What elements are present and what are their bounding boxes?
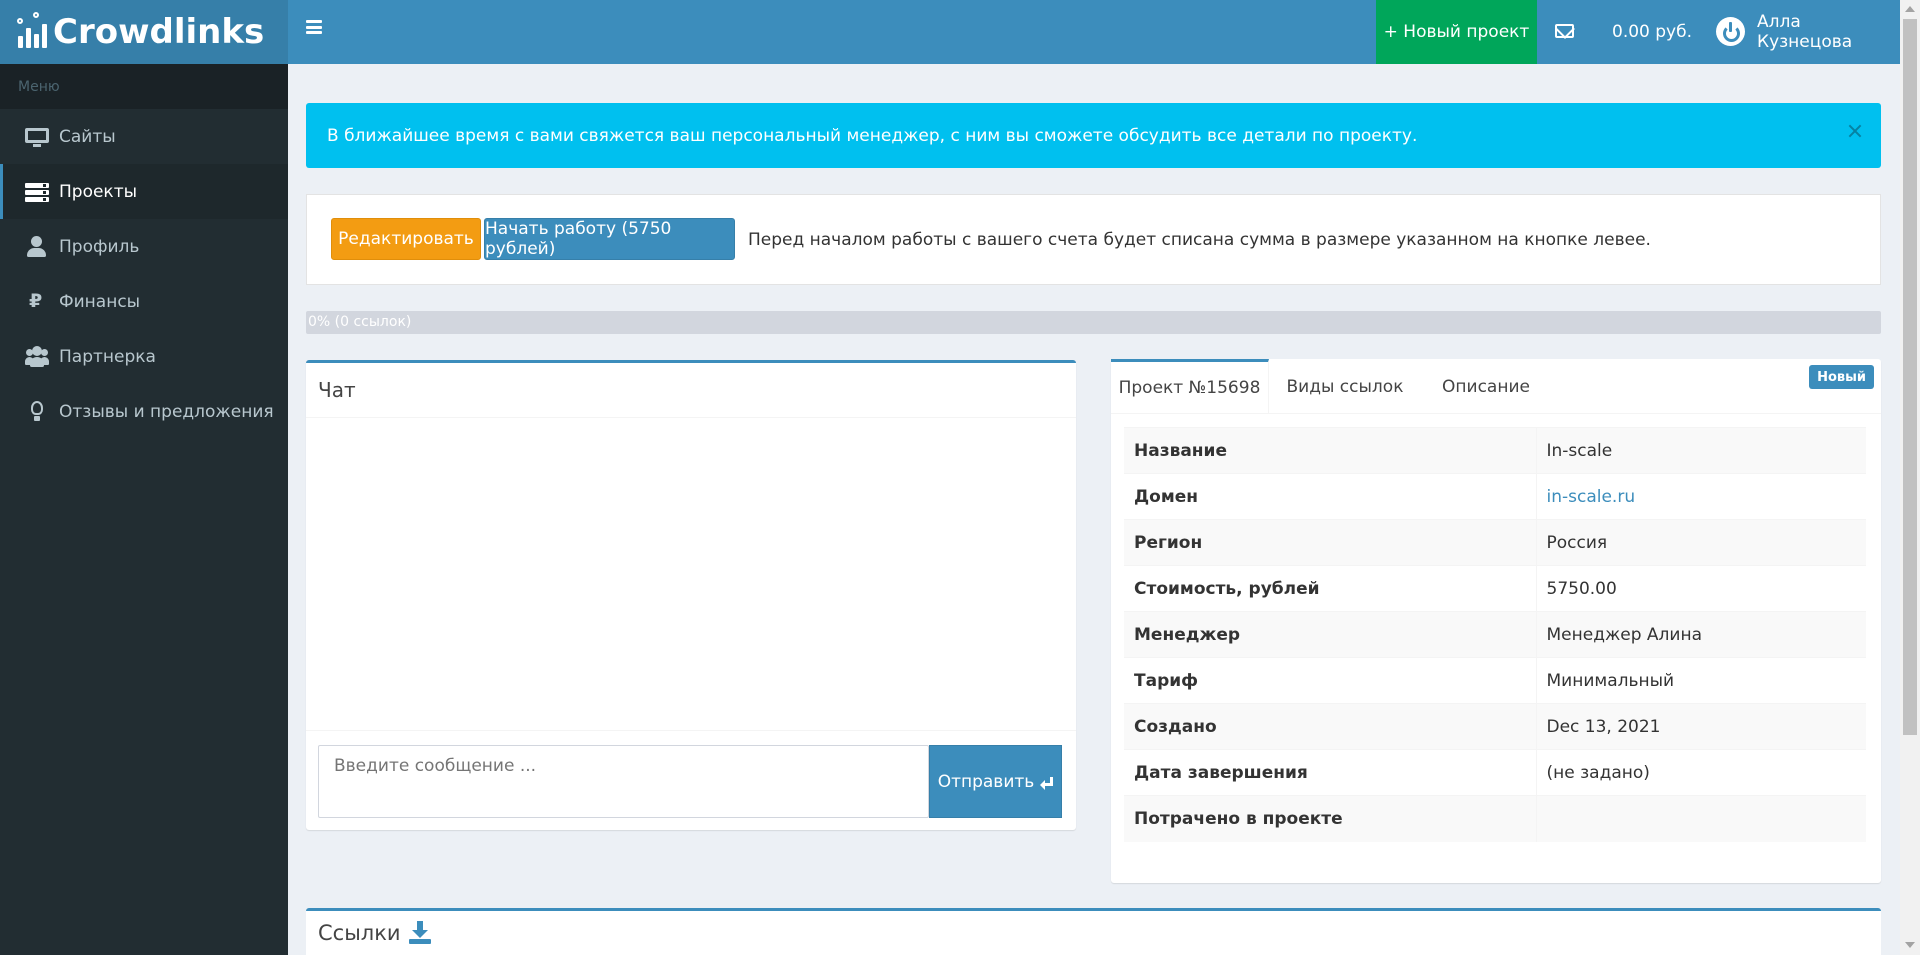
server-icon [25, 181, 51, 203]
balance-text[interactable]: 0.00 руб. [1612, 0, 1692, 64]
info-alert: В ближайшее время с вами свяжется ваш пе… [306, 103, 1881, 168]
sidebar-item-label: Профиль [59, 236, 140, 257]
close-icon[interactable] [1847, 123, 1863, 139]
links-panel: Ссылки [306, 908, 1881, 955]
tab-project[interactable]: Проект №15698 [1111, 359, 1269, 414]
sidebar-toggle-icon[interactable] [306, 20, 322, 34]
sidebar-item-label: Проекты [59, 181, 138, 202]
row-key: Менеджер [1124, 611, 1536, 658]
monitor-icon [25, 126, 51, 148]
row-value: Dec 13, 2021 [1535, 703, 1866, 750]
sidebar-item-finance[interactable]: ₽ Финансы [0, 274, 288, 329]
table-row: Стоимость, рублей 5750.00 [1124, 565, 1866, 612]
sidebar-item-label: Сайты [59, 126, 116, 147]
sidebar-item-label: Отзывы и предложения [59, 401, 274, 422]
project-tabs: Проект №15698 Виды ссылок Описание Новый [1111, 359, 1881, 414]
start-work-button[interactable]: Начать работу (5750 рублей) [484, 218, 735, 260]
send-label: Отправить [937, 771, 1035, 792]
page-scrollbar[interactable] [1900, 0, 1920, 955]
brand-logo[interactable]: Crowdlinks [0, 0, 288, 64]
table-row: Дата завершения (не задано) [1124, 749, 1866, 796]
lightbulb-icon [25, 400, 51, 423]
edit-button[interactable]: Редактировать [331, 218, 481, 260]
table-row: Тариф Минимальный [1124, 657, 1866, 704]
chat-title: Чат [306, 363, 1076, 418]
table-row: Название In-scale [1124, 427, 1866, 474]
row-key: Потрачено в проекте [1124, 795, 1536, 842]
sidebar-item-label: Финансы [59, 291, 141, 312]
scroll-thumb[interactable] [1903, 19, 1917, 735]
payment-note: Перед началом работы с вашего счета буде… [748, 229, 1651, 250]
row-key: Домен [1124, 473, 1536, 520]
download-icon[interactable] [408, 921, 431, 945]
row-key: Дата завершения [1124, 749, 1536, 796]
row-value: Россия [1535, 519, 1866, 566]
user-menu[interactable]: Алла Кузнецова [1757, 0, 1900, 64]
table-row: Домен in-scale.ru [1124, 473, 1866, 520]
links-title-text: Ссылки [318, 921, 401, 945]
sidebar-item-feedback[interactable]: Отзывы и предложения [0, 384, 288, 439]
links-title: Ссылки [318, 921, 431, 945]
row-value: In-scale [1535, 427, 1866, 474]
domain-link[interactable]: in-scale.ru [1535, 473, 1866, 520]
send-message-button[interactable]: Отправить [929, 745, 1062, 818]
project-actions: Редактировать Начать работу (5750 рублей… [306, 194, 1881, 285]
menu-header: Меню [0, 64, 288, 109]
brand-name: Crowdlinks [53, 12, 265, 52]
user-icon [25, 235, 51, 258]
row-key: Название [1124, 427, 1536, 474]
power-icon[interactable] [1716, 17, 1745, 46]
tab-description[interactable]: Описание [1421, 359, 1551, 414]
tab-link-types[interactable]: Виды ссылок [1269, 359, 1421, 414]
scroll-down-icon[interactable] [1905, 942, 1915, 948]
row-key: Тариф [1124, 657, 1536, 704]
sidebar-item-partner[interactable]: Партнерка [0, 329, 288, 384]
row-value: Менеджер Алина [1535, 611, 1866, 658]
row-value [1535, 795, 1866, 842]
progress-label: 0% (0 ссылок) [308, 314, 412, 330]
project-details-table: Название In-scale Домен in-scale.ru Реги… [1124, 427, 1866, 842]
chat-message-input[interactable] [318, 745, 929, 818]
chat-panel: Чат Отправить [306, 360, 1076, 830]
table-row: Создано Dec 13, 2021 [1124, 703, 1866, 750]
links-progress-bar: 0% (0 ссылок) [306, 311, 1881, 334]
table-row: Менеджер Менеджер Алина [1124, 611, 1866, 658]
sidebar-item-label: Партнерка [59, 346, 156, 367]
scroll-up-icon[interactable] [1905, 6, 1915, 12]
ruble-icon: ₽ [29, 289, 43, 312]
new-project-button[interactable]: + Новый проект [1376, 0, 1537, 64]
table-row: Регион Россия [1124, 519, 1866, 566]
top-header: Crowdlinks + Новый проект 0.00 руб. Алла… [0, 0, 1900, 64]
sidebar-item-profile[interactable]: Профиль [0, 219, 288, 274]
users-icon [25, 345, 51, 368]
row-key: Регион [1124, 519, 1536, 566]
table-row: Потрачено в проекте [1124, 795, 1866, 842]
sidebar-item-projects[interactable]: Проекты [0, 164, 288, 219]
mail-icon[interactable] [1555, 24, 1574, 38]
row-value: Минимальный [1535, 657, 1866, 704]
sidebar-item-sites[interactable]: Сайты [0, 109, 288, 164]
status-badge: Новый [1809, 365, 1874, 389]
row-key: Стоимость, рублей [1124, 565, 1536, 612]
enter-icon [1040, 776, 1054, 790]
row-key: Создано [1124, 703, 1536, 750]
chat-messages[interactable] [306, 418, 1076, 731]
row-value: (не задано) [1535, 749, 1866, 796]
sidebar: Меню Сайты Проекты Профиль ₽ Финансы Пар… [0, 64, 288, 955]
project-info-panel: Проект №15698 Виды ссылок Описание Новый… [1111, 359, 1881, 883]
row-value: 5750.00 [1535, 565, 1866, 612]
chart-logo-icon [17, 12, 47, 48]
alert-text: В ближайшее время с вами свяжется ваш пе… [327, 125, 1418, 146]
